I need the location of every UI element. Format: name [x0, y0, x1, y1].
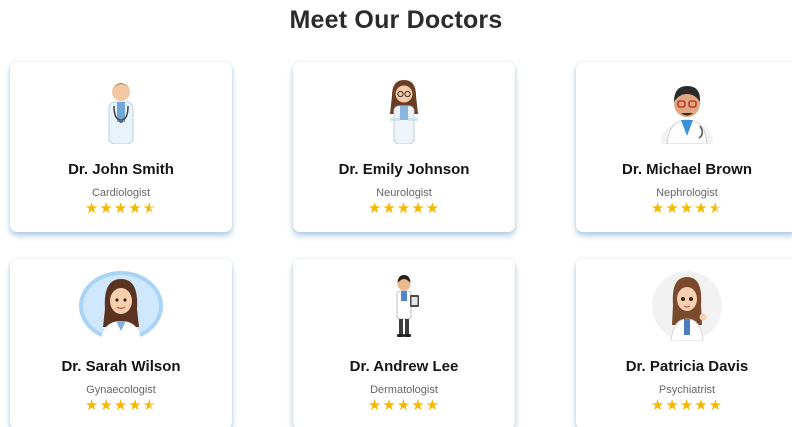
star-full-icon: ★ [367, 200, 383, 217]
male-doctor-stethoscope-icon [79, 74, 163, 144]
doctor-card[interactable]: Dr. Michael Brown Nephrologist ★★★★★ [576, 62, 792, 232]
doctor-card[interactable]: Dr. Patricia Davis Psychiatrist ★★★★★ [576, 259, 792, 427]
doctor-specialty: Dermatologist [370, 384, 438, 396]
rating-stars: ★★★★★ [576, 398, 792, 414]
doctor-specialty: Gynaecologist [86, 384, 156, 396]
female-doctor-portrait-icon [79, 271, 163, 341]
star-full-icon: ★ [99, 397, 114, 414]
doctor-card[interactable]: Dr. Sarah Wilson Gynaecologist ★★★★★ [10, 259, 232, 427]
rating-stars: ★★★★★ [293, 398, 515, 414]
star-full-icon: ★ [113, 200, 129, 217]
star-full-icon: ★ [665, 200, 680, 217]
star-full-icon: ★ [425, 200, 441, 217]
rating-stars: ★★★★★ [576, 201, 792, 217]
star-full-icon: ★ [128, 200, 143, 217]
doctor-name: Dr. Michael Brown [621, 161, 753, 178]
doctor-specialty: Nephrologist [656, 187, 718, 199]
star-half-icon: ★ [708, 200, 724, 217]
doctor-card[interactable]: Dr. Emily Johnson Neurologist ★★★★★ [293, 62, 515, 232]
doctor-name: Dr. Andrew Lee [349, 358, 459, 375]
star-full-icon: ★ [679, 200, 695, 217]
star-full-icon: ★ [708, 397, 724, 414]
star-full-icon: ★ [650, 397, 666, 414]
star-full-icon: ★ [411, 397, 426, 414]
doctor-name: Dr. Patricia Davis [625, 358, 749, 375]
rating-stars: ★★★★★ [293, 201, 515, 217]
male-doctor-clipboard-icon [362, 271, 446, 341]
doctor-card[interactable]: Dr. John Smith Cardiologist ★★★★★ [10, 62, 232, 232]
star-full-icon: ★ [411, 200, 426, 217]
female-doctor-thumbsup-icon [645, 271, 729, 341]
star-full-icon: ★ [396, 200, 412, 217]
star-full-icon: ★ [84, 200, 100, 217]
star-full-icon: ★ [679, 397, 695, 414]
doctor-name: Dr. Sarah Wilson [61, 358, 181, 375]
star-full-icon: ★ [396, 397, 412, 414]
star-full-icon: ★ [694, 200, 709, 217]
doctor-card[interactable]: Dr. Andrew Lee Dermatologist ★★★★★ [293, 259, 515, 427]
star-full-icon: ★ [665, 397, 680, 414]
page-title: Meet Our Doctors [289, 6, 503, 34]
doctor-name: Dr. Emily Johnson [338, 161, 470, 178]
star-full-icon: ★ [425, 397, 441, 414]
star-half-icon: ★ [142, 397, 158, 414]
star-full-icon: ★ [99, 200, 114, 217]
doctor-specialty: Cardiologist [91, 187, 151, 199]
doctor-name: Dr. John Smith [68, 161, 174, 178]
star-full-icon: ★ [382, 200, 397, 217]
star-full-icon: ★ [84, 397, 100, 414]
star-full-icon: ★ [694, 397, 709, 414]
star-full-icon: ★ [113, 397, 129, 414]
male-doctor-glasses-icon [645, 74, 729, 144]
star-full-icon: ★ [382, 397, 397, 414]
rating-stars: ★★★★★ [10, 398, 232, 414]
doctor-specialty: Psychiatrist [658, 384, 716, 396]
star-full-icon: ★ [128, 397, 143, 414]
star-full-icon: ★ [367, 397, 383, 414]
doctor-specialty: Neurologist [376, 187, 432, 199]
female-doctor-glasses-icon [362, 74, 446, 144]
star-half-icon: ★ [142, 200, 158, 217]
rating-stars: ★★★★★ [10, 201, 232, 217]
star-full-icon: ★ [650, 200, 666, 217]
